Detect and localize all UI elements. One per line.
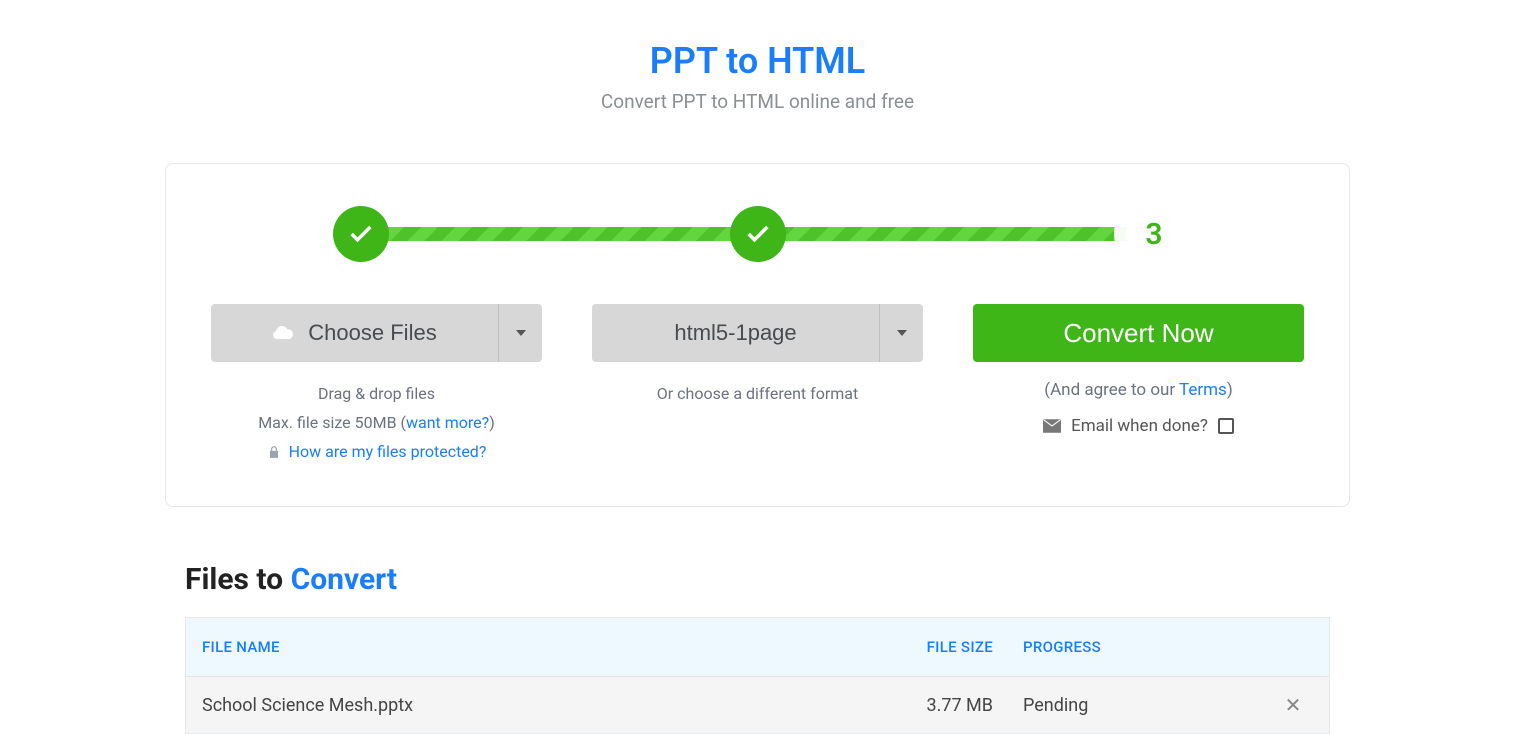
caret-down-icon <box>897 330 907 336</box>
cell-progress: Pending <box>1023 695 1273 716</box>
caret-down-icon <box>516 330 526 336</box>
files-protected-link[interactable]: How are my files protected? <box>289 438 487 467</box>
upload-icon <box>272 321 296 345</box>
mail-icon <box>1043 419 1061 433</box>
format-dropdown-button[interactable] <box>879 304 923 362</box>
check-icon <box>744 220 772 248</box>
column-header-size: FILE SIZE <box>893 638 1023 656</box>
choose-files-button[interactable]: Choose Files <box>211 304 498 362</box>
max-size-text: Max. file size 50MB (want more?) <box>258 409 495 438</box>
convert-now-button[interactable]: Convert Now <box>973 304 1304 362</box>
page-subtitle: Convert PPT to HTML online and free <box>0 90 1515 113</box>
step-1-circle <box>333 206 389 262</box>
format-helper-text: Or choose a different format <box>657 380 858 409</box>
column-header-name: FILE NAME <box>202 638 893 656</box>
drag-drop-text: Drag & drop files <box>258 380 495 409</box>
email-when-done-checkbox[interactable] <box>1218 418 1234 434</box>
remove-file-button[interactable]: ✕ <box>1281 693 1305 717</box>
cell-file-size: 3.77 MB <box>893 695 1023 716</box>
agree-text: (And agree to our Terms) <box>1044 380 1232 400</box>
choose-files-dropdown-button[interactable] <box>498 304 542 362</box>
table-header: FILE NAME FILE SIZE PROGRESS <box>186 618 1329 677</box>
column-header-progress: PROGRESS <box>1023 638 1273 656</box>
files-section-title: Files to Convert <box>185 562 1330 597</box>
cell-file-name: School Science Mesh.pptx <box>202 695 893 716</box>
upload-column: Choose Files Drag & drop files Max. file… <box>211 304 542 466</box>
step-3-circle: 3 <box>1126 206 1182 262</box>
format-select-button[interactable]: html5-1page <box>592 304 879 362</box>
lock-icon <box>267 445 281 459</box>
convert-column: Convert Now (And agree to our Terms) Ema… <box>973 304 1304 466</box>
format-column: html5-1page Or choose a different format <box>592 304 923 466</box>
terms-link[interactable]: Terms <box>1179 380 1227 400</box>
close-icon: ✕ <box>1285 693 1302 718</box>
want-more-link[interactable]: want more? <box>406 413 489 432</box>
format-selected-label: html5-1page <box>674 320 796 346</box>
check-icon <box>347 220 375 248</box>
page-title: PPT to HTML <box>0 40 1515 82</box>
files-table: FILE NAME FILE SIZE PROGRESS School Scie… <box>185 617 1330 734</box>
converter-card: 3 Choose Files Drag & drop files Ma <box>165 163 1350 507</box>
email-when-done-label: Email when done? <box>1071 416 1208 436</box>
progress-stepper: 3 <box>361 204 1154 264</box>
step-2-circle <box>730 206 786 262</box>
table-row: School Science Mesh.pptx 3.77 MB Pending… <box>186 677 1329 733</box>
choose-files-label: Choose Files <box>308 320 436 346</box>
